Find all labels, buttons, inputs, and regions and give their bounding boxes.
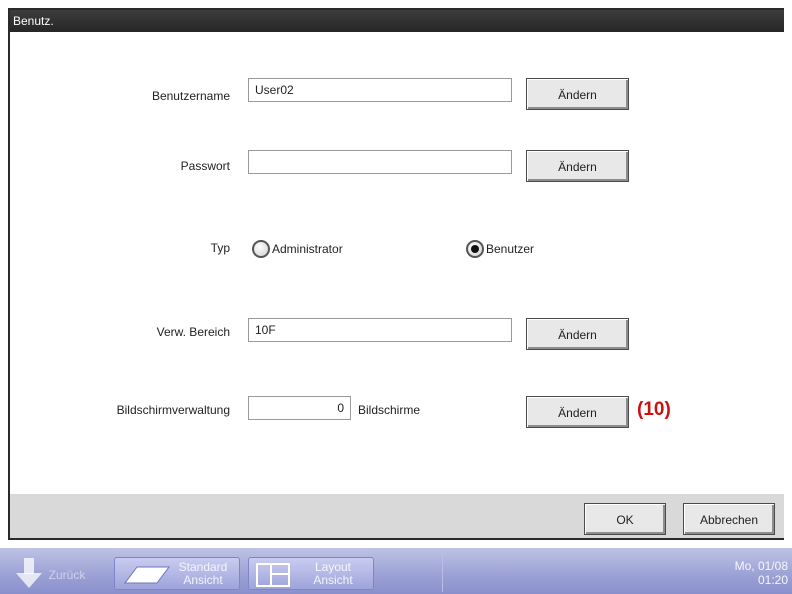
ok-button[interactable]: OK — [584, 503, 666, 535]
dialog-footer — [10, 494, 784, 538]
change-password-button[interactable]: Ändern — [526, 150, 629, 182]
layout-view-icon — [256, 563, 290, 587]
taskbar-divider — [442, 552, 443, 592]
administrator-radio-label[interactable]: Administrator — [272, 240, 343, 258]
window-title: Benutz. — [10, 10, 784, 32]
screens-label: Bildschirmverwaltung — [116, 403, 230, 417]
type-label: Typ — [210, 241, 230, 255]
standard-view-label-line2: Ansicht — [183, 573, 223, 587]
layout-view-button[interactable]: Layout Ansicht — [248, 557, 374, 590]
change-username-button[interactable]: Ändern — [526, 78, 629, 110]
benutzer-radio[interactable] — [466, 240, 484, 258]
password-label: Passwort — [180, 159, 230, 173]
area-label: Verw. Bereich — [156, 325, 230, 339]
change-screens-button[interactable]: Ändern — [526, 396, 629, 428]
password-field[interactable] — [248, 150, 512, 174]
layout-view-label-line2: Ansicht — [313, 573, 353, 587]
benutzer-radio-label[interactable]: Benutzer — [486, 240, 534, 258]
callout-number: (10) — [637, 399, 671, 420]
username-field[interactable]: User02 — [248, 78, 512, 102]
back-button[interactable]: Zurück — [8, 554, 100, 590]
screens-count-field[interactable]: 0 — [248, 396, 351, 420]
area-field[interactable]: 10F — [248, 318, 512, 342]
screens-unit-label: Bildschirme — [358, 403, 421, 417]
administrator-radio[interactable] — [252, 240, 270, 258]
time-display: 01:20 — [757, 573, 788, 587]
username-label: Benutzername — [151, 89, 230, 103]
standard-view-button[interactable]: Standard Ansicht — [114, 557, 240, 590]
change-area-button[interactable]: Ändern — [526, 318, 629, 350]
date-display: Mo, 01/08 — [734, 559, 788, 573]
cancel-button[interactable]: Abbrechen — [683, 503, 775, 535]
standard-view-icon — [124, 566, 170, 584]
back-label: Zurück — [48, 568, 86, 582]
